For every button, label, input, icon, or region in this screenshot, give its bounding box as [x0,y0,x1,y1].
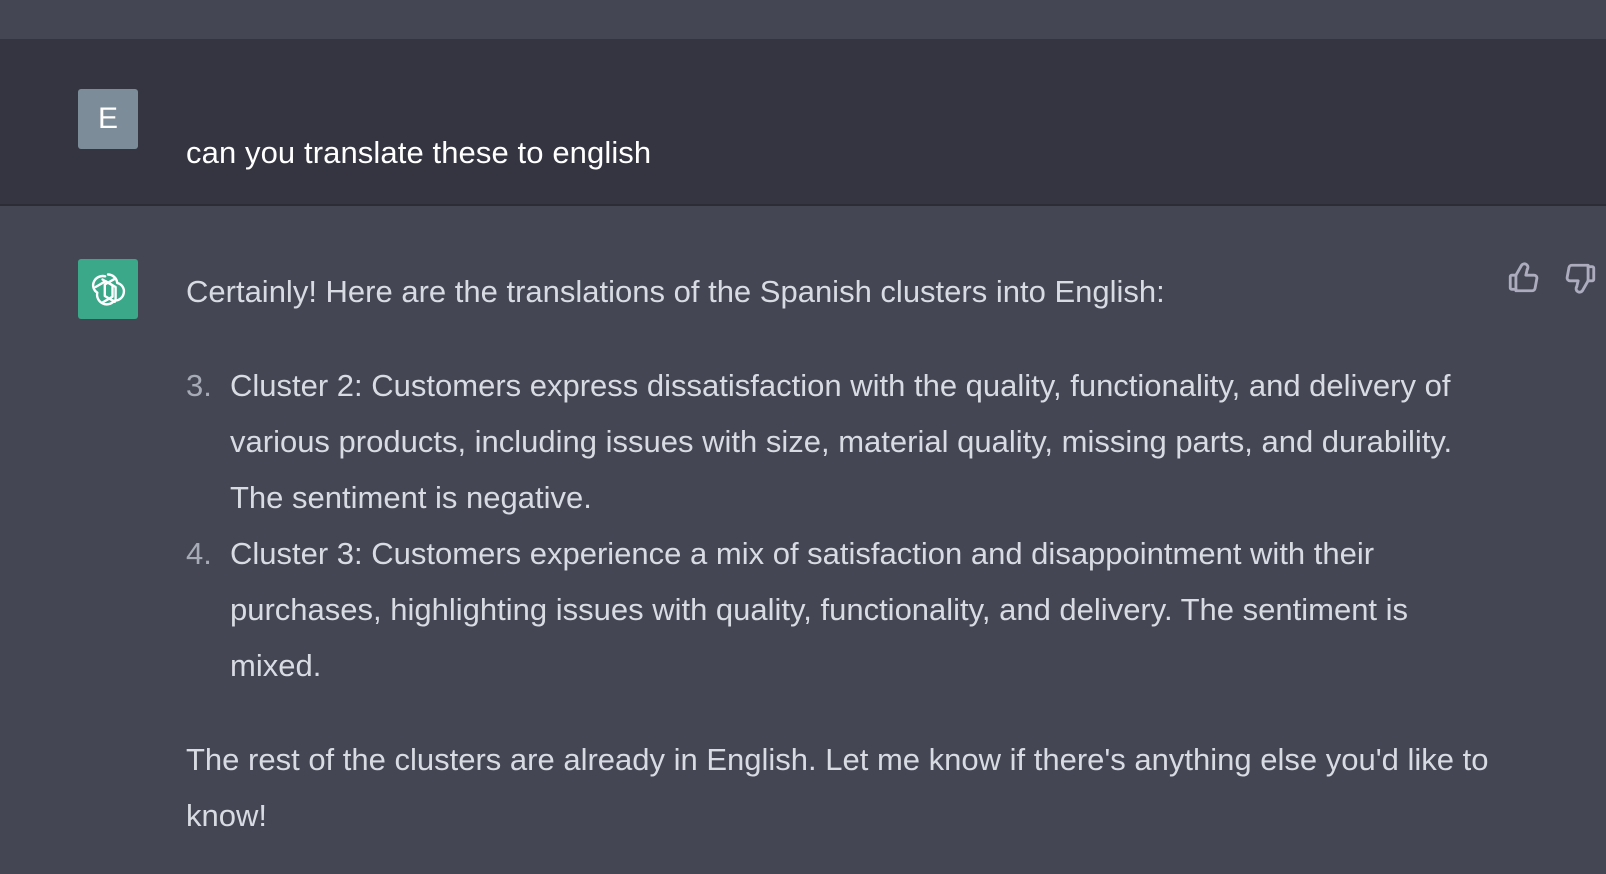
user-avatar: E [78,89,138,149]
list-item: 4. Cluster 3: Customers experience a mix… [186,526,1496,694]
thumbs-down-button[interactable] [1564,261,1598,295]
assistant-closing-text: The rest of the clusters are already in … [186,742,1489,833]
translation-list: 3. Cluster 2: Customers express dissatis… [186,358,1496,694]
thumbs-up-button[interactable] [1506,261,1540,295]
list-item: 3. Cluster 2: Customers express dissatis… [186,358,1496,526]
assistant-avatar [78,259,138,319]
list-item-text: Cluster 2: Customers express dissatisfac… [230,368,1453,515]
list-item-text: Cluster 3: Customers experience a mix of… [230,536,1409,683]
thumbs-up-icon [1508,262,1539,293]
thumbs-down-icon [1565,263,1596,294]
user-message-row: E can you translate these to english [0,39,1606,206]
user-avatar-letter: E [97,102,118,135]
list-item-number: 4. [186,536,212,571]
list-item-number: 3. [186,368,212,403]
assistant-message-content: Certainly! Here are the translations of … [186,264,1496,844]
feedback-actions [1506,261,1598,295]
openai-logo-icon [91,273,126,306]
user-message-text: can you translate these to english [186,135,652,170]
assistant-message-row: Certainly! Here are the translations of … [0,206,1606,874]
assistant-intro-text: Certainly! Here are the translations of … [186,274,1165,309]
top-bar [0,0,1606,39]
